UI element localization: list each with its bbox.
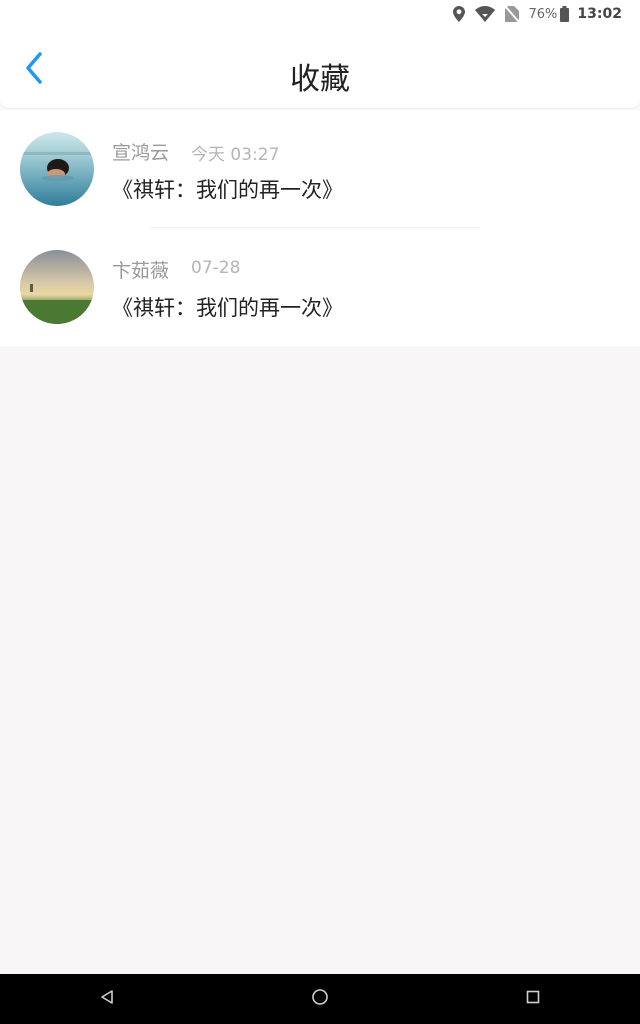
system-nav-bar [0, 974, 640, 1024]
favorite-title[interactable]: 《祺轩：我们的再一次》 [112, 174, 343, 204]
location-icon [452, 6, 465, 22]
favorite-title[interactable]: 《祺轩：我们的再一次》 [112, 292, 343, 322]
avatar[interactable] [20, 250, 94, 324]
timestamp: 07-28 [191, 258, 241, 278]
nav-recents-button[interactable] [503, 974, 563, 1024]
avatar[interactable] [20, 132, 94, 206]
wifi-icon [474, 6, 495, 22]
back-triangle-icon [99, 989, 115, 1009]
status-bar: 76% 13:02 [0, 0, 640, 28]
no-sim-icon [504, 6, 519, 22]
nav-back-button[interactable] [77, 974, 137, 1024]
clock: 13:02 [577, 6, 622, 22]
app-header: 收藏 [0, 28, 640, 109]
list-item[interactable]: 卞茹薇 07-28 《祺轩：我们的再一次》 [0, 228, 640, 346]
recents-square-icon [525, 989, 541, 1009]
home-circle-icon [311, 988, 329, 1010]
timestamp: 今天 03:27 [191, 145, 280, 165]
user-name: 宣鸿云 [112, 142, 170, 164]
battery-icon [560, 6, 570, 22]
page-title: 收藏 [290, 62, 350, 97]
list-item[interactable]: 宣鸿云 今天 03:27 《祺轩：我们的再一次》 [0, 110, 640, 228]
user-name: 卞茹薇 [112, 260, 170, 282]
battery-percent: 76% [528, 6, 558, 22]
favorites-list: 宣鸿云 今天 03:27 《祺轩：我们的再一次》 卞茹薇 07-28 《祺轩：我… [0, 110, 640, 346]
nav-home-button[interactable] [290, 974, 350, 1024]
